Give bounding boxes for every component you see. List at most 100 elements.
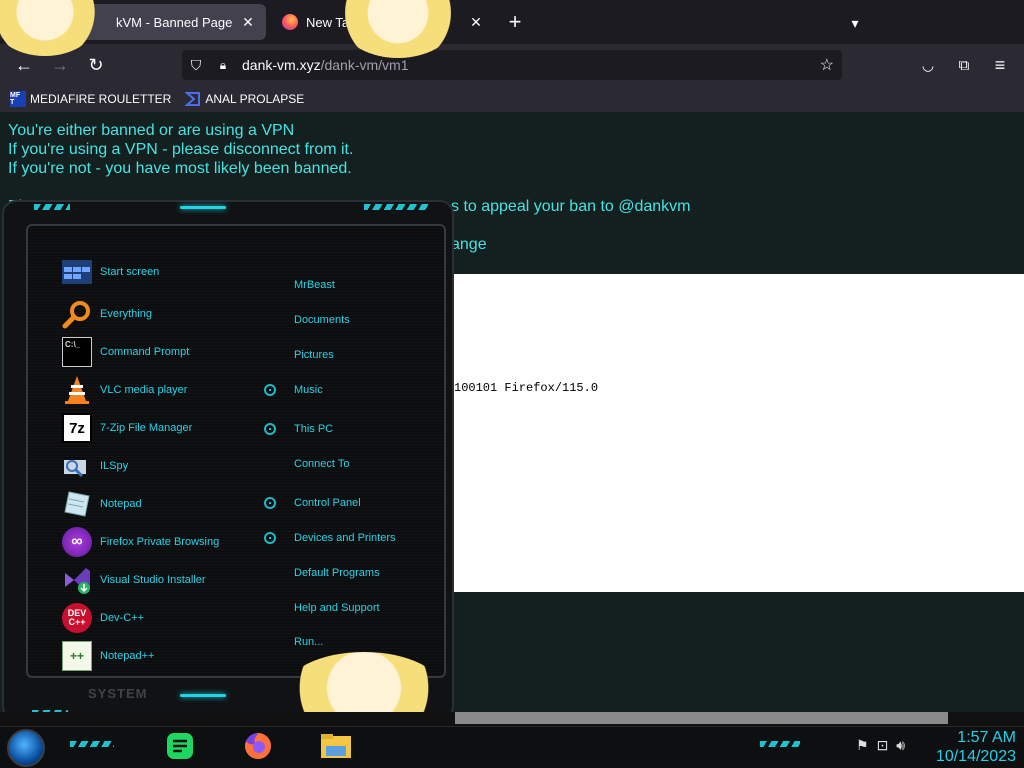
taskbar-file-explorer[interactable] (318, 730, 354, 766)
menu-decor-strip (34, 204, 70, 210)
program-vs-installer[interactable]: Visual Studio Installer (62, 564, 206, 596)
browser-nav-bar: ← → ↻ ⛉ 🔒︎ dank-vm.xyz/dank-vm/vm1 ☆ ◡ ⧉… (0, 44, 1024, 86)
place-music[interactable]: Music (294, 384, 323, 396)
url-bar[interactable]: ⛉ 🔒︎ dank-vm.xyz/dank-vm/vm1 ☆ (182, 50, 842, 80)
url-host: dank-vm.xyz (242, 57, 321, 73)
pocket-icon[interactable]: ◡ (914, 51, 942, 79)
sevenzip-icon: 7z (62, 413, 92, 443)
program-firefox-private[interactable]: ∞ Firefox Private Browsing (62, 526, 219, 558)
taskbar-decor-strip (760, 741, 800, 747)
taskbar: ⚑ ⊡ 🔊︎ 1:57 AM 10/14/2023 (0, 726, 1024, 768)
program-ilspy[interactable]: ILSpy (62, 450, 128, 482)
reload-icon[interactable]: ↻ (82, 51, 110, 79)
submenu-bullet-icon (264, 532, 276, 544)
program-label: Dev-C++ (100, 612, 145, 624)
taskbar-decor-strip (70, 741, 114, 747)
bookmark-anal-prolapse[interactable]: ANAL PROLAPSE (185, 91, 304, 107)
place-connect-to[interactable]: Connect To (294, 458, 349, 470)
tab-close-icon[interactable]: ✕ (236, 10, 260, 34)
submenu-bullet-icon (264, 497, 276, 509)
vs-installer-icon (62, 565, 92, 595)
notepad-icon (62, 489, 92, 519)
start-menu-panel: Start screen Everything C:\_ Command Pro… (26, 224, 446, 678)
notepadpp-icon: ++ (62, 641, 92, 671)
place-mrbeast[interactable]: MrBeast (294, 279, 335, 291)
lock-icon[interactable]: 🔒︎ (210, 58, 236, 73)
bookmark-star-icon[interactable]: ☆ (820, 55, 834, 75)
ban-message-line-3: If you're not - you have most likely bee… (8, 160, 352, 177)
system-tray: ⚑ ⊡ 🔊︎ (856, 737, 905, 754)
program-7zip[interactable]: 7z 7-Zip File Manager (62, 412, 192, 444)
tab-list-chevron-icon[interactable]: ▾ (842, 10, 868, 36)
shield-icon[interactable]: ⛉ (182, 57, 210, 74)
program-label: Notepad (100, 498, 142, 510)
ilspy-icon (62, 451, 92, 481)
program-label: Command Prompt (100, 346, 190, 358)
program-vlc[interactable]: VLC media player (62, 374, 187, 406)
place-run[interactable]: Run... (294, 636, 323, 648)
devcpp-icon: DEV C++ (62, 603, 92, 633)
submenu-bullet-icon (264, 384, 276, 396)
system-label: SYSTEM (88, 686, 148, 701)
volume-icon[interactable]: 🔊︎ (896, 737, 905, 754)
program-command-prompt[interactable]: C:\_ Command Prompt (62, 336, 189, 368)
place-devices-printers[interactable]: Devices and Printers (294, 532, 396, 544)
taskbar-clock[interactable]: 1:57 AM 10/14/2023 (936, 728, 1016, 766)
menu-decor-glow (180, 206, 226, 209)
horizontal-scrollbar[interactable] (455, 712, 948, 724)
flag-icon[interactable]: ⚑ (856, 737, 869, 754)
program-label: Visual Studio Installer (100, 574, 206, 586)
bookmarks-toolbar: MF T MEDIAFIRE ROULETTER ANAL PROLAPSE (0, 86, 1024, 112)
magnifier-icon (62, 299, 92, 329)
clock-date: 10/14/2023 (935, 748, 1016, 765)
place-documents[interactable]: Documents (294, 314, 350, 326)
browser-tab-bar: kVM - Banned Page ✕ New Tab ✕ + ▾ (0, 0, 1024, 44)
place-this-pc[interactable]: This PC (294, 423, 333, 435)
place-control-panel[interactable]: Control Panel (294, 497, 361, 509)
bookmark-label: ANAL PROLAPSE (205, 92, 305, 106)
program-label: Everything (100, 308, 152, 320)
mediafire-icon: MF T (10, 91, 26, 107)
bookmark-label: MEDIAFIRE ROULETTER (30, 92, 172, 106)
program-start-screen[interactable]: Start screen (62, 256, 159, 288)
firefox-icon (243, 731, 273, 766)
new-tab-plus-icon[interactable]: + (502, 10, 528, 36)
tab-close-icon[interactable]: ✕ (464, 10, 488, 34)
bookmark-mediafire[interactable]: MF T MEDIAFIRE ROULETTER (10, 91, 171, 107)
place-help-support[interactable]: Help and Support (294, 602, 380, 614)
taskbar-firefox[interactable] (240, 730, 276, 766)
ban-message-line-1: You're either banned or are using a VPN (8, 122, 295, 139)
page-text-fragment: ange (451, 236, 487, 253)
taskbar-notes-app[interactable] (162, 730, 198, 766)
program-label: VLC media player (100, 384, 188, 396)
url-path: /dank-vm/vm1 (320, 57, 409, 73)
firefox-private-icon: ∞ (62, 527, 92, 557)
sigma-bookmark-icon (185, 91, 201, 107)
program-label: 7-Zip File Manager (100, 422, 193, 434)
network-icon[interactable]: ⊡ (877, 737, 889, 754)
hamburger-menu-icon[interactable]: ≡ (986, 51, 1014, 79)
program-devcpp[interactable]: DEV C++ Dev-C++ (62, 602, 144, 634)
extensions-puzzle-icon[interactable]: ⧉ (950, 51, 978, 79)
start-menu: Start screen Everything C:\_ Command Pro… (2, 200, 454, 720)
program-notepadpp[interactable]: ++ Notepad++ (62, 640, 154, 672)
submenu-bullet-icon (264, 423, 276, 435)
program-label: Firefox Private Browsing (100, 536, 220, 548)
place-pictures[interactable]: Pictures (294, 349, 334, 361)
user-agent-text: 100101 Firefox/115.0 (454, 381, 599, 395)
vlc-cone-icon (62, 375, 92, 405)
notes-app-icon (165, 731, 195, 766)
appeal-text-end: s to appeal your ban to @dankvm (451, 198, 691, 215)
program-label: Notepad++ (100, 650, 155, 662)
start-orb-button[interactable] (7, 729, 45, 767)
firefox-favicon-icon (282, 14, 298, 30)
start-screen-icon (62, 257, 92, 287)
ban-message-line-2: If you're using a VPN - please disconnec… (8, 141, 354, 158)
program-label: ILSpy (100, 460, 129, 472)
file-explorer-icon (320, 732, 352, 765)
program-notepad[interactable]: Notepad (62, 488, 142, 520)
user-agent-box: 100101 Firefox/115.0 (454, 274, 1024, 592)
place-default-programs[interactable]: Default Programs (294, 567, 380, 579)
program-everything[interactable]: Everything (62, 298, 152, 330)
desktop-screen: kVM - Banned Page ✕ New Tab ✕ + ▾ ← → ↻ … (0, 0, 1024, 768)
